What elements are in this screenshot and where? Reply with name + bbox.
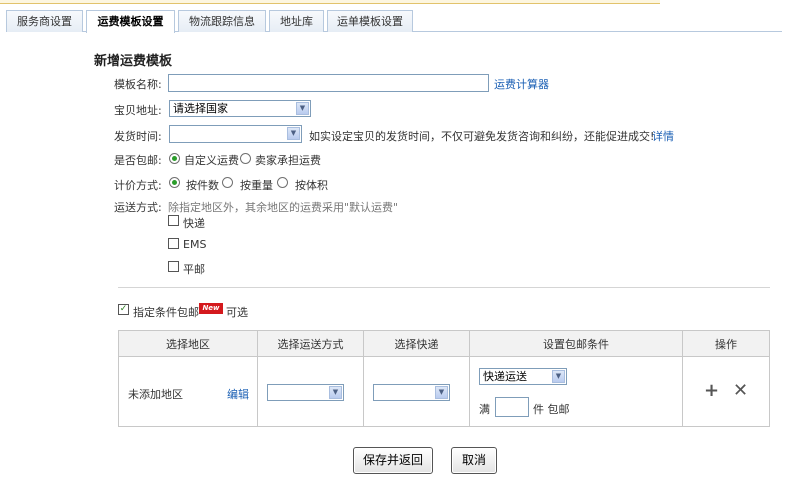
courier-cell: ▼ bbox=[363, 356, 470, 427]
delivery-label: 运送方式: bbox=[114, 201, 162, 214]
condition-suffix: 件 包邮 bbox=[533, 403, 570, 416]
condition-prefix: 满 bbox=[479, 403, 490, 416]
edit-region-link[interactable]: 编辑 bbox=[227, 386, 249, 402]
table-row: 未添加地区 编辑 ▼ ▼ 快递运送 ▼ 满 件 包邮 + ✕ bbox=[118, 356, 770, 427]
cancel-button[interactable]: 取消 bbox=[451, 447, 497, 474]
address-label: 宝贝地址: bbox=[114, 104, 162, 117]
chevron-down-icon: ▼ bbox=[435, 386, 448, 399]
chevron-down-icon: ▼ bbox=[552, 370, 565, 383]
condition-quantity-input[interactable] bbox=[495, 397, 529, 417]
express-checkbox[interactable] bbox=[168, 215, 179, 226]
radio-custom-freight[interactable] bbox=[169, 153, 180, 164]
tab-freight-template[interactable]: 运费模板设置 bbox=[86, 10, 175, 33]
chevron-down-icon: ▼ bbox=[287, 127, 300, 140]
condition-type-value: 快递运送 bbox=[483, 370, 527, 383]
radio-by-count[interactable] bbox=[169, 177, 180, 188]
radio-custom-freight-label: 自定义运费 bbox=[184, 154, 239, 167]
free-condition-cell: 快递运送 ▼ 满 件 包邮 bbox=[469, 356, 683, 427]
radio-by-volume-label: 按体积 bbox=[295, 179, 328, 192]
table-header-row: 选择地区 选择运送方式 选择快递 设置包邮条件 操作 bbox=[118, 330, 770, 357]
radio-by-weight-label: 按重量 bbox=[240, 179, 273, 192]
conditional-shipping-table: 选择地区 选择运送方式 选择快递 设置包邮条件 操作 未添加地区 编辑 ▼ ▼ … bbox=[118, 330, 770, 427]
surface-mail-checkbox-label: 平邮 bbox=[183, 263, 205, 276]
conditional-free-shipping-checkbox[interactable]: ✓ bbox=[118, 304, 129, 315]
tab-address-book[interactable]: 地址库 bbox=[269, 10, 324, 32]
header-courier: 选择快递 bbox=[363, 330, 470, 357]
header-delivery-method: 选择运送方式 bbox=[257, 330, 364, 357]
radio-by-count-label: 按件数 bbox=[186, 179, 219, 192]
courier-select[interactable]: ▼ bbox=[373, 384, 450, 401]
tab-waybill-template[interactable]: 运单模板设置 bbox=[327, 10, 413, 32]
new-badge: New bbox=[199, 303, 223, 314]
divider bbox=[118, 287, 770, 288]
radio-seller-pays[interactable] bbox=[240, 153, 251, 164]
ems-checkbox[interactable] bbox=[168, 238, 179, 249]
template-name-label: 模板名称: bbox=[114, 78, 162, 91]
country-select-value: 请选择国家 bbox=[173, 102, 228, 115]
delivery-method-cell: ▼ bbox=[257, 356, 364, 427]
chevron-down-icon: ▼ bbox=[296, 102, 309, 115]
ship-time-label: 发货时间: bbox=[114, 130, 162, 143]
pricing-label: 计价方式: bbox=[114, 179, 162, 192]
region-value: 未添加地区 bbox=[128, 388, 183, 401]
ship-time-select[interactable]: ▼ bbox=[169, 125, 302, 143]
surface-mail-checkbox[interactable] bbox=[168, 261, 179, 272]
top-strip bbox=[0, 0, 660, 4]
freight-calculator-link[interactable]: 运费计算器 bbox=[494, 76, 549, 92]
header-actions: 操作 bbox=[682, 330, 770, 357]
tab-service-provider[interactable]: 服务商设置 bbox=[6, 10, 83, 32]
chevron-down-icon: ▼ bbox=[329, 386, 342, 399]
optional-label: 可选 bbox=[226, 306, 248, 319]
page-title: 新增运费模板 bbox=[94, 54, 173, 69]
country-select[interactable]: 请选择国家 ▼ bbox=[169, 100, 311, 117]
free-shipping-label: 是否包邮: bbox=[114, 154, 162, 167]
region-cell: 未添加地区 编辑 bbox=[118, 356, 258, 427]
header-region: 选择地区 bbox=[118, 330, 258, 357]
close-icon[interactable]: ✕ bbox=[733, 382, 748, 400]
radio-by-volume[interactable] bbox=[277, 177, 288, 188]
tab-logistics-tracking[interactable]: 物流跟踪信息 bbox=[178, 10, 266, 32]
conditional-free-shipping-label: 指定条件包邮 bbox=[133, 306, 199, 319]
ship-time-hint: 如实设定宝贝的发货时间，不仅可避免发货咨询和纠纷，还能促进成交! bbox=[309, 130, 655, 143]
plus-icon[interactable]: + bbox=[704, 382, 719, 400]
save-and-return-button[interactable]: 保存并返回 bbox=[353, 447, 433, 474]
delivery-method-select[interactable]: ▼ bbox=[267, 384, 344, 401]
tab-bar: 服务商设置 运费模板设置 物流跟踪信息 地址库 运单模板设置 bbox=[6, 10, 782, 33]
delivery-hint: 除指定地区外，其余地区的运费采用"默认运费" bbox=[168, 201, 399, 214]
express-checkbox-label: 快递 bbox=[183, 217, 205, 230]
template-name-input[interactable] bbox=[168, 74, 489, 92]
condition-type-select[interactable]: 快递运送 ▼ bbox=[479, 368, 567, 385]
ship-time-detail-link[interactable]: 详情 bbox=[652, 128, 674, 144]
radio-seller-pays-label: 卖家承担运费 bbox=[255, 154, 321, 167]
actions-cell: + ✕ bbox=[682, 356, 770, 427]
radio-by-weight[interactable] bbox=[222, 177, 233, 188]
ems-checkbox-label: EMS bbox=[183, 238, 207, 251]
header-free-condition: 设置包邮条件 bbox=[469, 330, 683, 357]
